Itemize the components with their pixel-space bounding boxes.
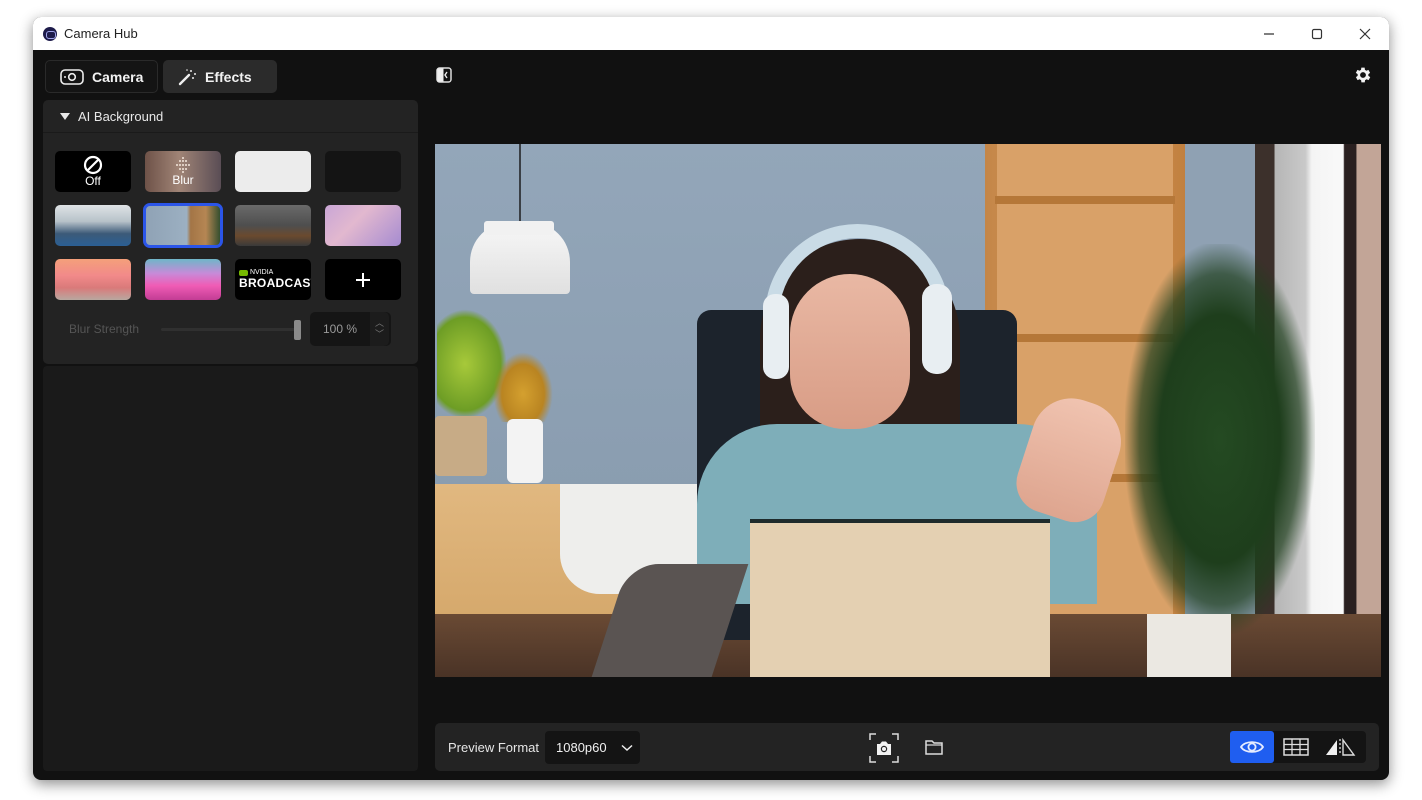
nvidia-brand-text: NVIDIA <box>250 269 274 276</box>
mirror-button[interactable] <box>1318 731 1362 763</box>
background-tile-grid: Off Blur NVIDIA BROADCAST <box>55 151 401 300</box>
camera-preview <box>435 144 1381 677</box>
bg-tile-neon-sofa[interactable] <box>145 259 221 300</box>
tab-camera-label: Camera <box>92 68 144 85</box>
nvidia-brand: NVIDIA <box>239 269 273 276</box>
bg-tile-anime-room[interactable] <box>325 205 401 246</box>
preview-format-value: 1080p60 <box>556 740 607 755</box>
collapse-sidebar-button[interactable] <box>435 66 453 84</box>
view-mode-group <box>1230 731 1366 763</box>
blur-dots-icon <box>176 157 190 173</box>
bg-tile-pink-lounge[interactable] <box>55 259 131 300</box>
maximize-button[interactable] <box>1293 17 1341 50</box>
ai-background-panel: AI Background Off Blur NVIDIA BROADCAST … <box>43 100 418 364</box>
bg-tile-dark[interactable] <box>325 151 401 192</box>
preview-format-dropdown[interactable]: 1080p60 <box>545 731 640 764</box>
blur-strength-value[interactable]: 100 % <box>310 322 370 336</box>
close-icon <box>1359 28 1371 39</box>
preview-lamp-top <box>484 221 554 235</box>
bg-tile-white[interactable] <box>235 151 311 192</box>
title-bar: Camera Hub <box>33 17 1389 50</box>
preview-format-label: Preview Format <box>448 739 540 755</box>
bg-tile-office[interactable] <box>55 205 131 246</box>
window-controls <box>1245 17 1389 50</box>
folder-icon <box>925 740 943 755</box>
spin-buttons: ︿ ﹀ <box>370 312 389 346</box>
preview-large-plant <box>1125 244 1315 634</box>
preview-vase <box>507 419 543 483</box>
snapshot-camera-icon <box>869 733 899 763</box>
broadcast-label: BROADCAST <box>239 276 311 290</box>
preview-headphone-left <box>763 294 789 379</box>
bg-tile-room-selected[interactable] <box>143 203 223 248</box>
chevron-up-icon[interactable]: ︿ <box>375 319 384 328</box>
gear-icon <box>1355 67 1371 83</box>
slider-track <box>161 328 301 331</box>
slider-thumb[interactable] <box>294 320 301 340</box>
bg-tile-blur-label: Blur <box>172 173 194 187</box>
sidebar-collapse-icon <box>436 67 452 83</box>
view-preview-button[interactable] <box>1230 731 1274 763</box>
magic-wand-icon <box>178 68 196 85</box>
ai-background-title: AI Background <box>78 108 164 124</box>
maximize-icon <box>1311 28 1323 39</box>
close-button[interactable] <box>1341 17 1389 50</box>
grid-overlay-button[interactable] <box>1274 731 1318 763</box>
blur-strength-slider[interactable] <box>161 319 301 340</box>
blur-strength-spinbox[interactable]: 100 % ︿ ﹀ <box>310 312 391 346</box>
chevron-down-icon[interactable]: ﹀ <box>375 330 384 339</box>
window-title: Camera Hub <box>64 26 138 41</box>
eye-icon <box>1239 741 1265 753</box>
camera-hub-window: Camera Hub Camera Effects AI Background … <box>33 17 1389 780</box>
caret-down-icon <box>60 112 70 120</box>
preview-headphone-right <box>922 284 952 374</box>
bg-tile-blur[interactable]: Blur <box>145 151 221 192</box>
bg-tile-off-label: Off <box>85 174 101 188</box>
minimize-icon <box>1264 32 1274 35</box>
minimize-button[interactable] <box>1245 17 1293 50</box>
grid-icon <box>1283 738 1309 756</box>
tab-effects-label: Effects <box>205 68 252 85</box>
preview-toolbar: Preview Format 1080p60 <box>435 723 1379 771</box>
preview-shelf-board <box>995 196 1175 204</box>
bg-tile-nvidia-broadcast[interactable]: NVIDIA BROADCAST <box>235 259 311 300</box>
blur-strength-label: Blur Strength <box>69 322 140 336</box>
preview-planter <box>1147 614 1231 677</box>
ai-background-header[interactable]: AI Background <box>43 100 418 133</box>
bg-tile-studio[interactable] <box>235 205 311 246</box>
open-folder-button[interactable] <box>924 737 944 757</box>
settings-button[interactable] <box>1353 65 1373 85</box>
nvidia-logo-icon <box>239 269 248 276</box>
snapshot-button[interactable] <box>868 732 900 764</box>
chevron-down-icon <box>621 744 633 751</box>
app-logo-icon <box>43 26 57 41</box>
camera-icon <box>60 68 84 85</box>
preview-plant-pot <box>435 416 487 476</box>
preview-lamp-cord <box>519 144 521 224</box>
blur-strength-row: Blur Strength 100 % ︿ ﹀ <box>69 312 399 346</box>
mode-tabs: Camera Effects <box>45 60 277 93</box>
plus-icon <box>356 272 370 287</box>
block-icon <box>83 155 103 175</box>
mirror-flip-icon <box>1326 738 1356 756</box>
preview-sweater-body <box>750 519 1050 677</box>
tab-camera[interactable]: Camera <box>45 60 158 93</box>
bg-tile-off[interactable]: Off <box>55 151 131 192</box>
preview-dried-flowers <box>493 352 553 422</box>
add-background-button[interactable] <box>325 259 401 300</box>
tab-effects[interactable]: Effects <box>163 60 277 93</box>
empty-settings-area <box>43 366 418 771</box>
